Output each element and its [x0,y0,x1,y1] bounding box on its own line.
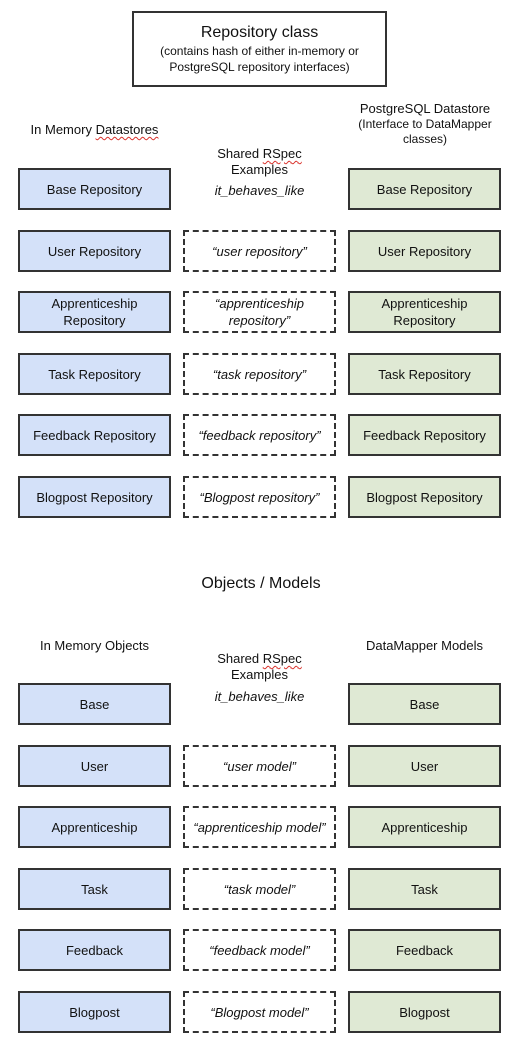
repository-shared-example-box: “apprenticeship repository” [183,291,336,333]
model-shared-example-box: “Blogpost model” [183,991,336,1033]
heading-line: PostgreSQL Datastore [359,101,491,116]
repository-postgres-box: Blogpost Repository [348,476,501,518]
datamapper-models-heading: DataMapper Models [365,638,484,653]
repository-postgres-box: Base Repository [348,168,501,210]
repository-class-box: Repository class (contains hash of eithe… [132,11,387,87]
model-shared-example-box: “task model” [183,868,336,910]
repository-postgres-box: User Repository [348,230,501,272]
repository-class-subtitle-1: (contains hash of either in-memory or [160,44,359,58]
heading-line: Examples [230,162,289,177]
it-behaves-like-label-models: it_behaves_like [214,689,305,704]
model-postgres-box: Feedback [348,929,501,971]
shared-rspec-heading: Shared RSpec Examples [183,146,336,178]
in-memory-datastores-heading: In Memory Datastores [18,122,171,138]
repository-in-memory-box: Apprenticeship Repository [18,291,171,333]
heading-text: In Memory [30,122,96,137]
model-in-memory-box: Apprenticeship [18,806,171,848]
repository-shared-example-box: “Blogpost repository” [183,476,336,518]
model-in-memory-box: Base [18,683,171,725]
model-postgres-box: Task [348,868,501,910]
model-in-memory-box: User [18,745,171,787]
heading-text-spellcheck: RSpec [262,651,302,666]
repository-postgres-box: Apprenticeship Repository [348,291,501,333]
model-in-memory-box: Feedback [18,929,171,971]
model-shared-example-box: “apprenticeship model” [183,806,336,848]
model-postgres-box: User [348,745,501,787]
heading-text: Shared [217,146,263,161]
in-memory-objects-heading: In Memory Objects [39,638,150,653]
repository-class-subtitle-2: PostgreSQL repository interfaces) [169,60,350,74]
repository-in-memory-box: User Repository [18,230,171,272]
model-in-memory-box: Blogpost [18,991,171,1033]
heading-line: (Interface to DataMapper [358,117,492,131]
shared-rspec-heading-models: Shared RSpec Examples [183,651,336,683]
model-postgres-box: Blogpost [348,991,501,1033]
heading-text-spellcheck: RSpec [262,146,302,161]
repository-postgres-box: Feedback Repository [348,414,501,456]
repository-in-memory-box: Feedback Repository [18,414,171,456]
heading-text-spellcheck: Datastores [95,122,159,137]
model-in-memory-box: Task [18,868,171,910]
repository-shared-example-box: “task repository” [183,353,336,395]
model-postgres-box: Base [348,683,501,725]
model-postgres-box: Apprenticeship [348,806,501,848]
repository-shared-example-box: “user repository” [183,230,336,272]
heading-line: classes) [402,132,447,146]
objects-models-title: Objects / Models [201,575,321,592]
repository-postgres-box: Task Repository [348,353,501,395]
repository-in-memory-box: Base Repository [18,168,171,210]
repository-in-memory-box: Task Repository [18,353,171,395]
postgres-datastore-heading: PostgreSQL Datastore (Interface to DataM… [340,101,510,147]
repository-class-title: Repository class [200,24,319,41]
repository-in-memory-box: Blogpost Repository [18,476,171,518]
model-shared-example-box: “user model” [183,745,336,787]
heading-line: Examples [230,667,289,682]
model-shared-example-box: “feedback model” [183,929,336,971]
it-behaves-like-label: it_behaves_like [214,183,305,198]
repository-shared-example-box: “feedback repository” [183,414,336,456]
heading-text: Shared [217,651,263,666]
